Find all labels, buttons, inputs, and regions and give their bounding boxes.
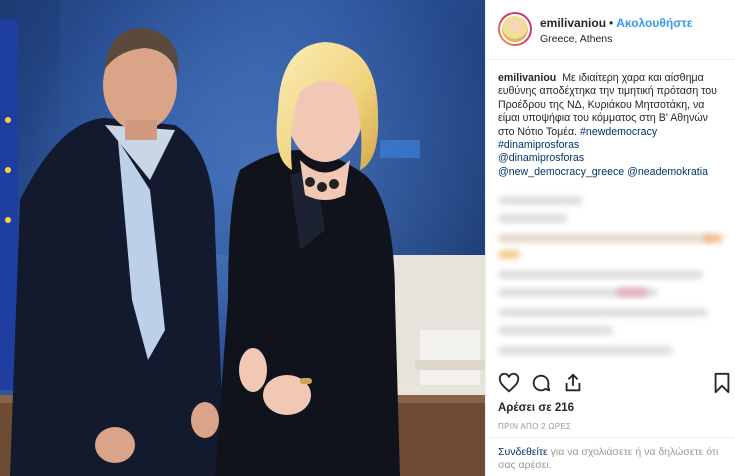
blurred-comment [616,288,648,297]
login-link[interactable]: Συνδεθείτε [498,446,548,458]
location-link[interactable]: Greece, Athens [540,33,612,45]
likes-count[interactable]: Αρέσει σε 216 [498,402,574,414]
username-link[interactable]: emilivaniou [540,16,606,30]
heart-icon[interactable] [498,372,520,394]
blurred-comment [498,270,703,279]
separator-dot: • [609,16,614,30]
blurred-comment [498,308,708,317]
blurred-comment [703,234,723,243]
blurred-comments [498,192,726,362]
avatar[interactable] [498,12,532,46]
post-side-panel: emilivaniou • Ακολουθήστε Greece, Athens e… [485,0,735,476]
hashtag-link[interactable]: #newdemocracy [580,126,657,138]
user-line: emilivaniou • Ακολουθήστε [540,16,692,30]
bookmark-icon[interactable] [712,372,732,394]
comment-bubble-icon[interactable] [530,372,552,394]
post-photo[interactable] [0,0,485,476]
comment-login-prompt: Συνδεθείτε για να σχολιάσετε ή να δηλώσε… [486,437,735,476]
blurred-comment [498,214,568,223]
blurred-comment [498,326,613,335]
mention-link[interactable]: @neademokratia [627,166,708,178]
blurred-comment [498,234,713,243]
avatar-image [500,14,530,44]
post-timestamp[interactable]: ΠΡΙΝ ΑΠΟ 2 ΩΡΕΣ [498,422,571,431]
hashtag-link[interactable]: #dinamiprosforas [498,139,579,151]
blurred-comment [498,250,520,259]
post-header: emilivaniou • Ακολουθήστε Greece, Athens [486,0,735,60]
action-bar [486,372,735,398]
post-caption: emilivaniou Με ιδιαίτερη χαρα και αίσθημ… [498,72,726,179]
blurred-comment [498,346,673,355]
mention-link[interactable]: @dinamiprosforas [498,152,726,165]
caption-username[interactable]: emilivaniou [498,72,556,84]
mention-link[interactable]: @new_democracy_greece [498,166,624,178]
post-photo-image [0,0,485,476]
follow-button[interactable]: Ακολουθήστε [616,16,692,30]
blurred-comment [498,196,583,205]
share-icon[interactable] [562,372,584,394]
